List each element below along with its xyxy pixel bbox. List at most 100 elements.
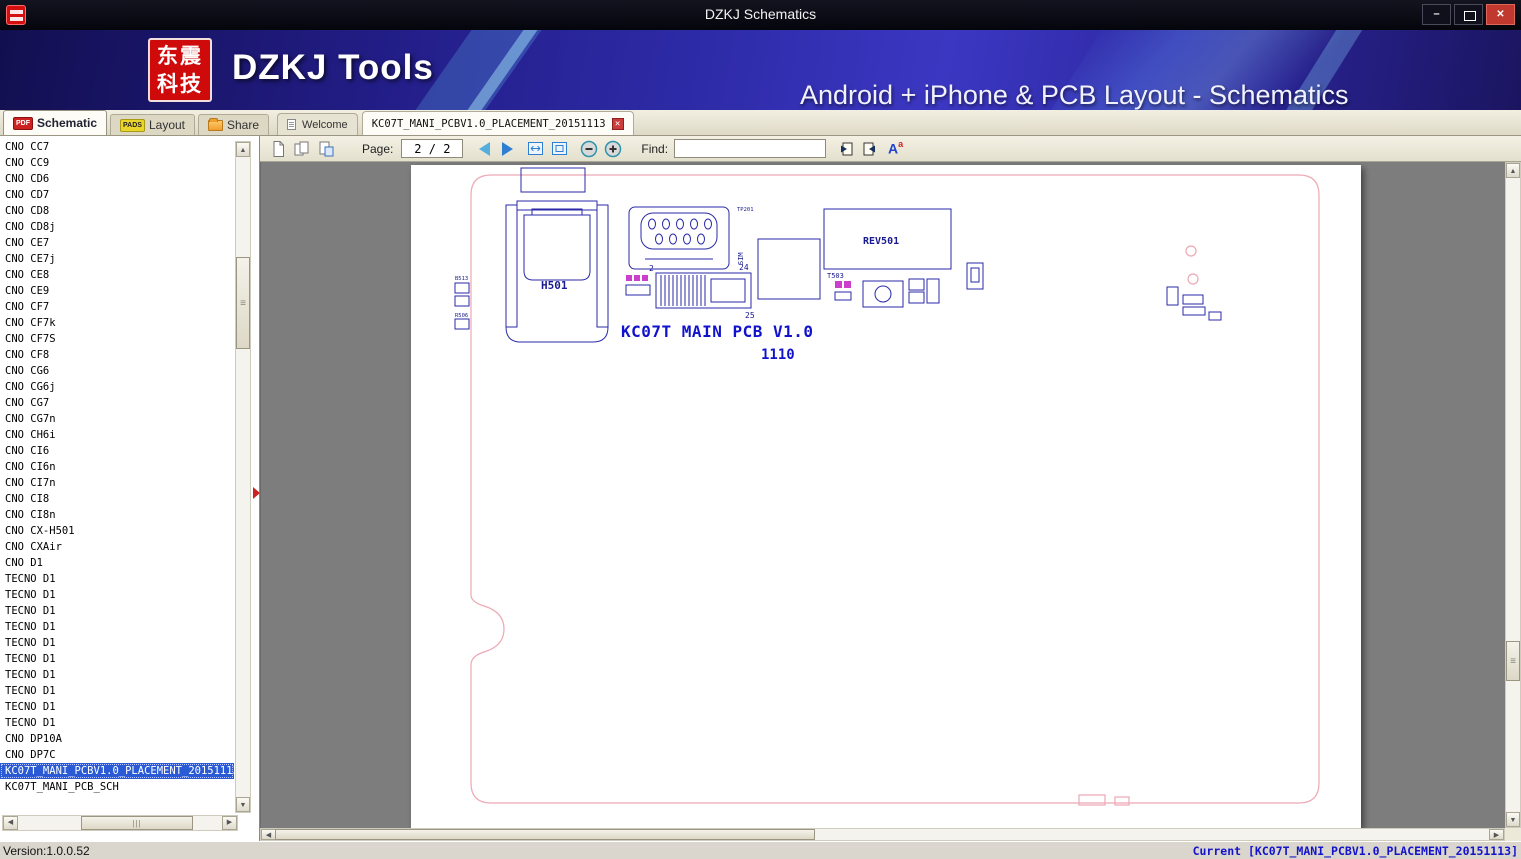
- scroll-down-icon[interactable]: [1506, 812, 1520, 827]
- tab-welcome[interactable]: Welcome: [277, 113, 358, 135]
- panel-splitter-handle[interactable]: [253, 487, 260, 499]
- list-item[interactable]: CNO DP10A: [0, 731, 234, 747]
- schematic-file-list: CNO CC7 CNO CC9 CNO CD6 CNO CD7 CNO CD8 …: [0, 139, 234, 813]
- list-item[interactable]: TECNO D1: [0, 651, 234, 667]
- find-input[interactable]: [674, 139, 827, 158]
- next-page-icon[interactable]: [502, 141, 514, 156]
- list-item[interactable]: CNO CI7n: [0, 475, 234, 491]
- list-item[interactable]: CNO CI8: [0, 491, 234, 507]
- list-item[interactable]: CNO CX-H501: [0, 523, 234, 539]
- scroll-left-icon[interactable]: [3, 816, 18, 830]
- label-pin24: 24: [739, 263, 749, 272]
- list-item[interactable]: CNO CE7: [0, 235, 234, 251]
- label-h501: H501: [541, 279, 568, 292]
- list-item[interactable]: TECNO D1: [0, 619, 234, 635]
- scrollbar-thumb[interactable]: [1506, 641, 1520, 681]
- list-item[interactable]: CNO CF7S: [0, 331, 234, 347]
- tab-share[interactable]: Share: [198, 114, 270, 135]
- scroll-left-icon[interactable]: [261, 829, 276, 840]
- tab-layout[interactable]: PADS Layout: [110, 114, 195, 135]
- list-item[interactable]: CNO CG6j: [0, 379, 234, 395]
- scrollbar-thumb[interactable]: [275, 829, 815, 840]
- tab-current-label: KC07T_MANI_PCBV1.0_PLACEMENT_20151113: [371, 117, 606, 130]
- scroll-right-icon[interactable]: [1489, 829, 1504, 840]
- title-bar: DZKJ Schematics: [0, 0, 1521, 30]
- list-item[interactable]: CNO DP7C: [0, 747, 234, 763]
- prev-page-icon[interactable]: [479, 141, 491, 156]
- scroll-up-icon[interactable]: [236, 142, 250, 157]
- list-item[interactable]: TECNO D1: [0, 603, 234, 619]
- fit-page-icon[interactable]: [549, 139, 569, 159]
- list-item[interactable]: TECNO D1: [0, 635, 234, 651]
- document-vertical-scrollbar[interactable]: [1505, 162, 1521, 828]
- tab-bar: PDF Schematic PADS Layout Share Welcome …: [0, 110, 1521, 136]
- component-h501: H501: [505, 167, 609, 343]
- scrollbar-thumb[interactable]: [236, 257, 250, 349]
- viewer-toolbar: Page: Find: Aa: [260, 136, 1521, 162]
- list-item[interactable]: CNO CXAir: [0, 539, 234, 555]
- scroll-up-icon[interactable]: [1506, 163, 1520, 178]
- list-item[interactable]: CNO CF7k: [0, 315, 234, 331]
- list-item[interactable]: CNO CE9: [0, 283, 234, 299]
- tab-schematic-label: Schematic: [37, 116, 98, 130]
- single-page-icon[interactable]: [268, 139, 288, 159]
- list-item[interactable]: CNO CD6: [0, 171, 234, 187]
- list-item[interactable]: CNO CI8n: [0, 507, 234, 523]
- fit-width-icon[interactable]: [525, 139, 545, 159]
- list-item[interactable]: CNO CH6i: [0, 427, 234, 443]
- minimize-button[interactable]: [1422, 4, 1451, 25]
- list-item[interactable]: TECNO D1: [0, 715, 234, 731]
- component-mid-block: [757, 238, 821, 300]
- list-item[interactable]: CNO CI6: [0, 443, 234, 459]
- list-item[interactable]: CNO CD8: [0, 203, 234, 219]
- document-horizontal-scrollbar[interactable]: [260, 828, 1505, 841]
- list-item[interactable]: TECNO D1: [0, 683, 234, 699]
- page-input[interactable]: [401, 139, 464, 158]
- find-next-icon[interactable]: [860, 139, 880, 159]
- tab-current-document[interactable]: KC07T_MANI_PCBV1.0_PLACEMENT_20151113: [361, 111, 634, 135]
- tab-schematic[interactable]: PDF Schematic: [3, 110, 108, 135]
- list-item[interactable]: TECNO D1: [0, 587, 234, 603]
- find-previous-icon[interactable]: [836, 139, 856, 159]
- label-t503: T503: [827, 272, 844, 280]
- list-item[interactable]: CNO CE8: [0, 267, 234, 283]
- list-item[interactable]: TECNO D1: [0, 699, 234, 715]
- list-item[interactable]: TECNO D1: [0, 571, 234, 587]
- list-item[interactable]: CNO D1: [0, 555, 234, 571]
- find-label: Find:: [641, 141, 669, 156]
- scroll-right-icon[interactable]: [222, 816, 237, 830]
- list-item[interactable]: KC07T_MANI_PCB_SCH: [0, 779, 234, 795]
- brand-tagline: Android + iPhone & PCB Layout - Schemati…: [800, 80, 1349, 110]
- list-item[interactable]: CNO CC7: [0, 139, 234, 155]
- list-item[interactable]: CNO CG6: [0, 363, 234, 379]
- font-size-icon[interactable]: Aa: [888, 139, 903, 157]
- list-item[interactable]: CNO CE7j: [0, 251, 234, 267]
- zoom-in-icon[interactable]: [603, 139, 623, 159]
- list-item[interactable]: CNO CG7: [0, 395, 234, 411]
- logo-text-line2: 科技: [157, 73, 203, 96]
- list-item[interactable]: CNO CF7: [0, 299, 234, 315]
- zoom-out-icon[interactable]: [579, 139, 599, 159]
- continuous-pages-icon[interactable]: [316, 139, 336, 159]
- close-button[interactable]: [1486, 4, 1515, 25]
- pcb-subtitle: 1110: [761, 347, 795, 363]
- list-item[interactable]: CNO CD7: [0, 187, 234, 203]
- maximize-button[interactable]: [1454, 4, 1483, 25]
- document-viewport[interactable]: H501 TP201 SIM 2 24 25 REV501 T503 B513 …: [260, 162, 1505, 828]
- list-item[interactable]: KC07T_MANI_PCBV1.0_PLACEMENT_20151113: [0, 763, 234, 779]
- sidebar-vertical-scrollbar[interactable]: [235, 141, 251, 813]
- list-item[interactable]: TECNO D1: [0, 667, 234, 683]
- facing-pages-icon[interactable]: [292, 139, 312, 159]
- list-item[interactable]: CNO CF8: [0, 347, 234, 363]
- list-item[interactable]: CNO CD8j: [0, 219, 234, 235]
- brand-banner: 东震 科技 DZKJ Tools Android + iPhone & PCB …: [0, 30, 1521, 110]
- list-item[interactable]: CNO CC9: [0, 155, 234, 171]
- scroll-down-icon[interactable]: [236, 797, 250, 812]
- sidebar-horizontal-scrollbar[interactable]: [2, 815, 238, 831]
- list-item[interactable]: CNO CI6n: [0, 459, 234, 475]
- pcb-title: KC07T MAIN PCB V1.0: [621, 322, 814, 341]
- app-window: DZKJ Schematics 东震 科技 DZKJ Tools Android…: [0, 0, 1521, 859]
- scrollbar-thumb[interactable]: [81, 816, 193, 830]
- close-tab-icon[interactable]: [611, 117, 624, 130]
- list-item[interactable]: CNO CG7n: [0, 411, 234, 427]
